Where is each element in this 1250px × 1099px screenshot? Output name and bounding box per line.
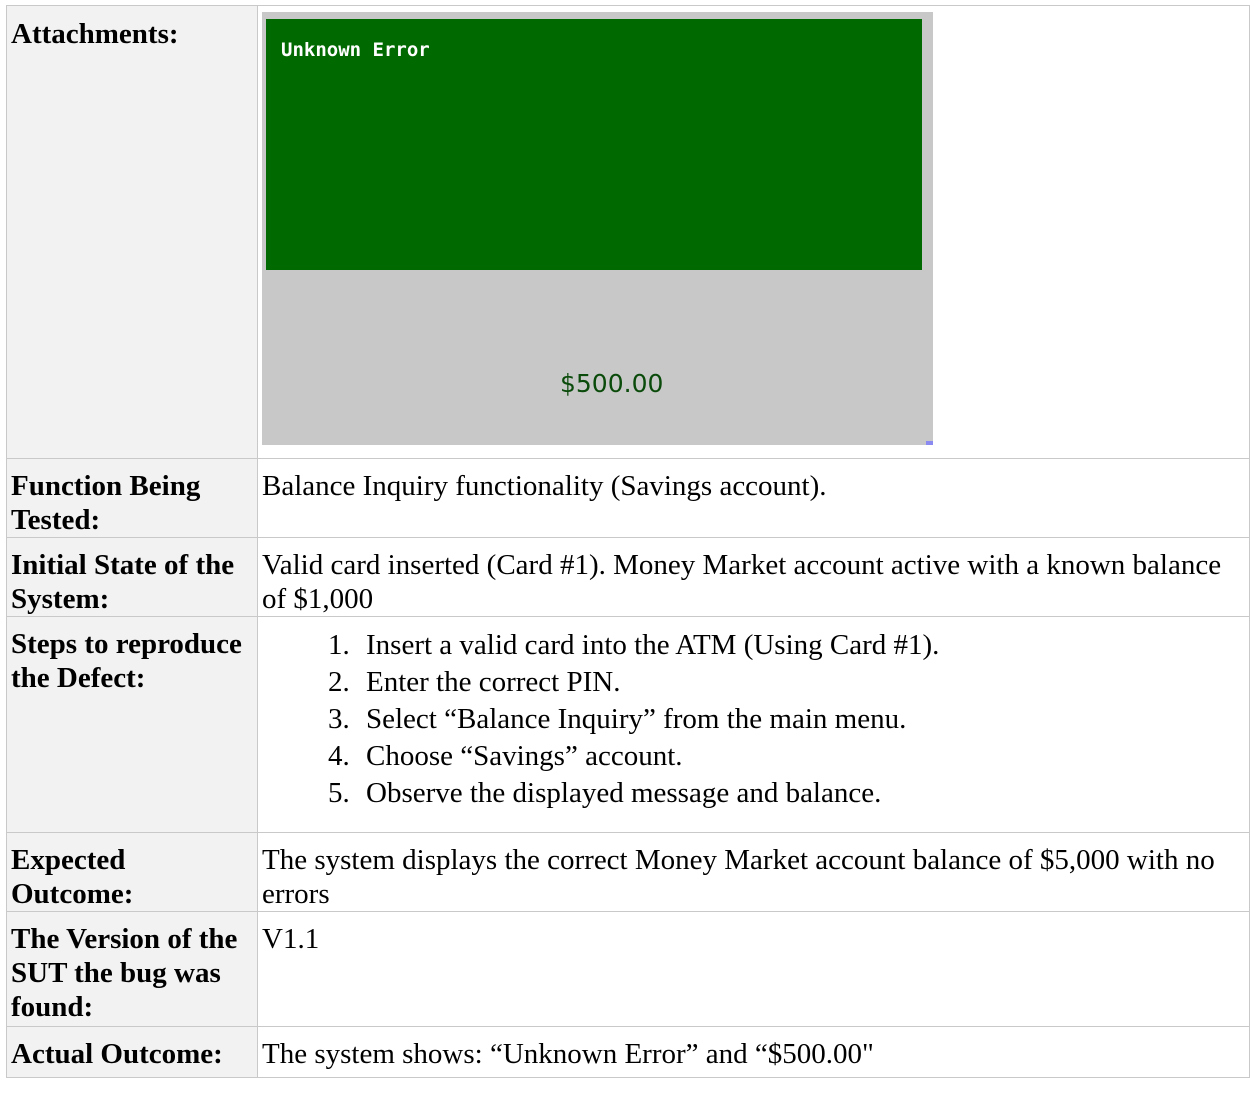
attachments-label: Attachments:	[6, 5, 258, 459]
actual-row: Actual Outcome: The system shows: “Unkno…	[6, 1026, 1250, 1078]
function-row: Function Being Tested: Balance Inquiry f…	[6, 458, 1250, 538]
initial-state-label: Initial State of the System:	[6, 537, 258, 617]
steps-label: Steps to reproduce the Defect:	[6, 616, 258, 833]
atm-balance-display: $500.00	[560, 369, 664, 398]
function-label: Function Being Tested:	[6, 458, 258, 538]
initial-state-row: Initial State of the System: Valid card …	[6, 537, 1250, 617]
step-item: Enter the correct PIN.	[357, 664, 1245, 701]
step-item: Choose “Savings” account.	[357, 738, 1245, 775]
expected-row: Expected Outcome: The system displays th…	[6, 832, 1250, 912]
atm-screen: Unknown Error	[266, 19, 922, 270]
steps-row: Steps to reproduce the Defect: Insert a …	[6, 616, 1250, 833]
actual-value: The system shows: “Unknown Error” and “$…	[257, 1026, 1250, 1078]
step-item: Observe the displayed message and balanc…	[357, 775, 1245, 812]
attachments-cell: Unknown Error $500.00	[257, 5, 1250, 459]
version-value: V1.1	[257, 911, 1250, 1027]
expected-value: The system displays the correct Money Ma…	[257, 832, 1250, 912]
function-value: Balance Inquiry functionality (Savings a…	[257, 458, 1250, 538]
step-item: Select “Balance Inquiry” from the main m…	[357, 701, 1245, 738]
expected-label: Expected Outcome:	[6, 832, 258, 912]
actual-label: Actual Outcome:	[6, 1026, 258, 1078]
attachments-row: Attachments: Unknown Error $500.00	[6, 5, 1250, 459]
initial-state-value: Valid card inserted (Card #1). Money Mar…	[257, 537, 1250, 617]
defect-report-table: Attachments: Unknown Error $500.00 Funct…	[6, 5, 1250, 1078]
steps-cell: Insert a valid card into the ATM (Using …	[257, 616, 1250, 833]
step-item: Insert a valid card into the ATM (Using …	[357, 627, 1245, 664]
version-row: The Version of the SUT the bug was found…	[6, 911, 1250, 1027]
steps-list: Insert a valid card into the ATM (Using …	[262, 627, 1245, 812]
version-label: The Version of the SUT the bug was found…	[6, 911, 258, 1027]
atm-screenshot: Unknown Error $500.00	[262, 12, 933, 445]
atm-error-message: Unknown Error	[281, 39, 430, 61]
resize-handle-icon	[926, 441, 933, 445]
